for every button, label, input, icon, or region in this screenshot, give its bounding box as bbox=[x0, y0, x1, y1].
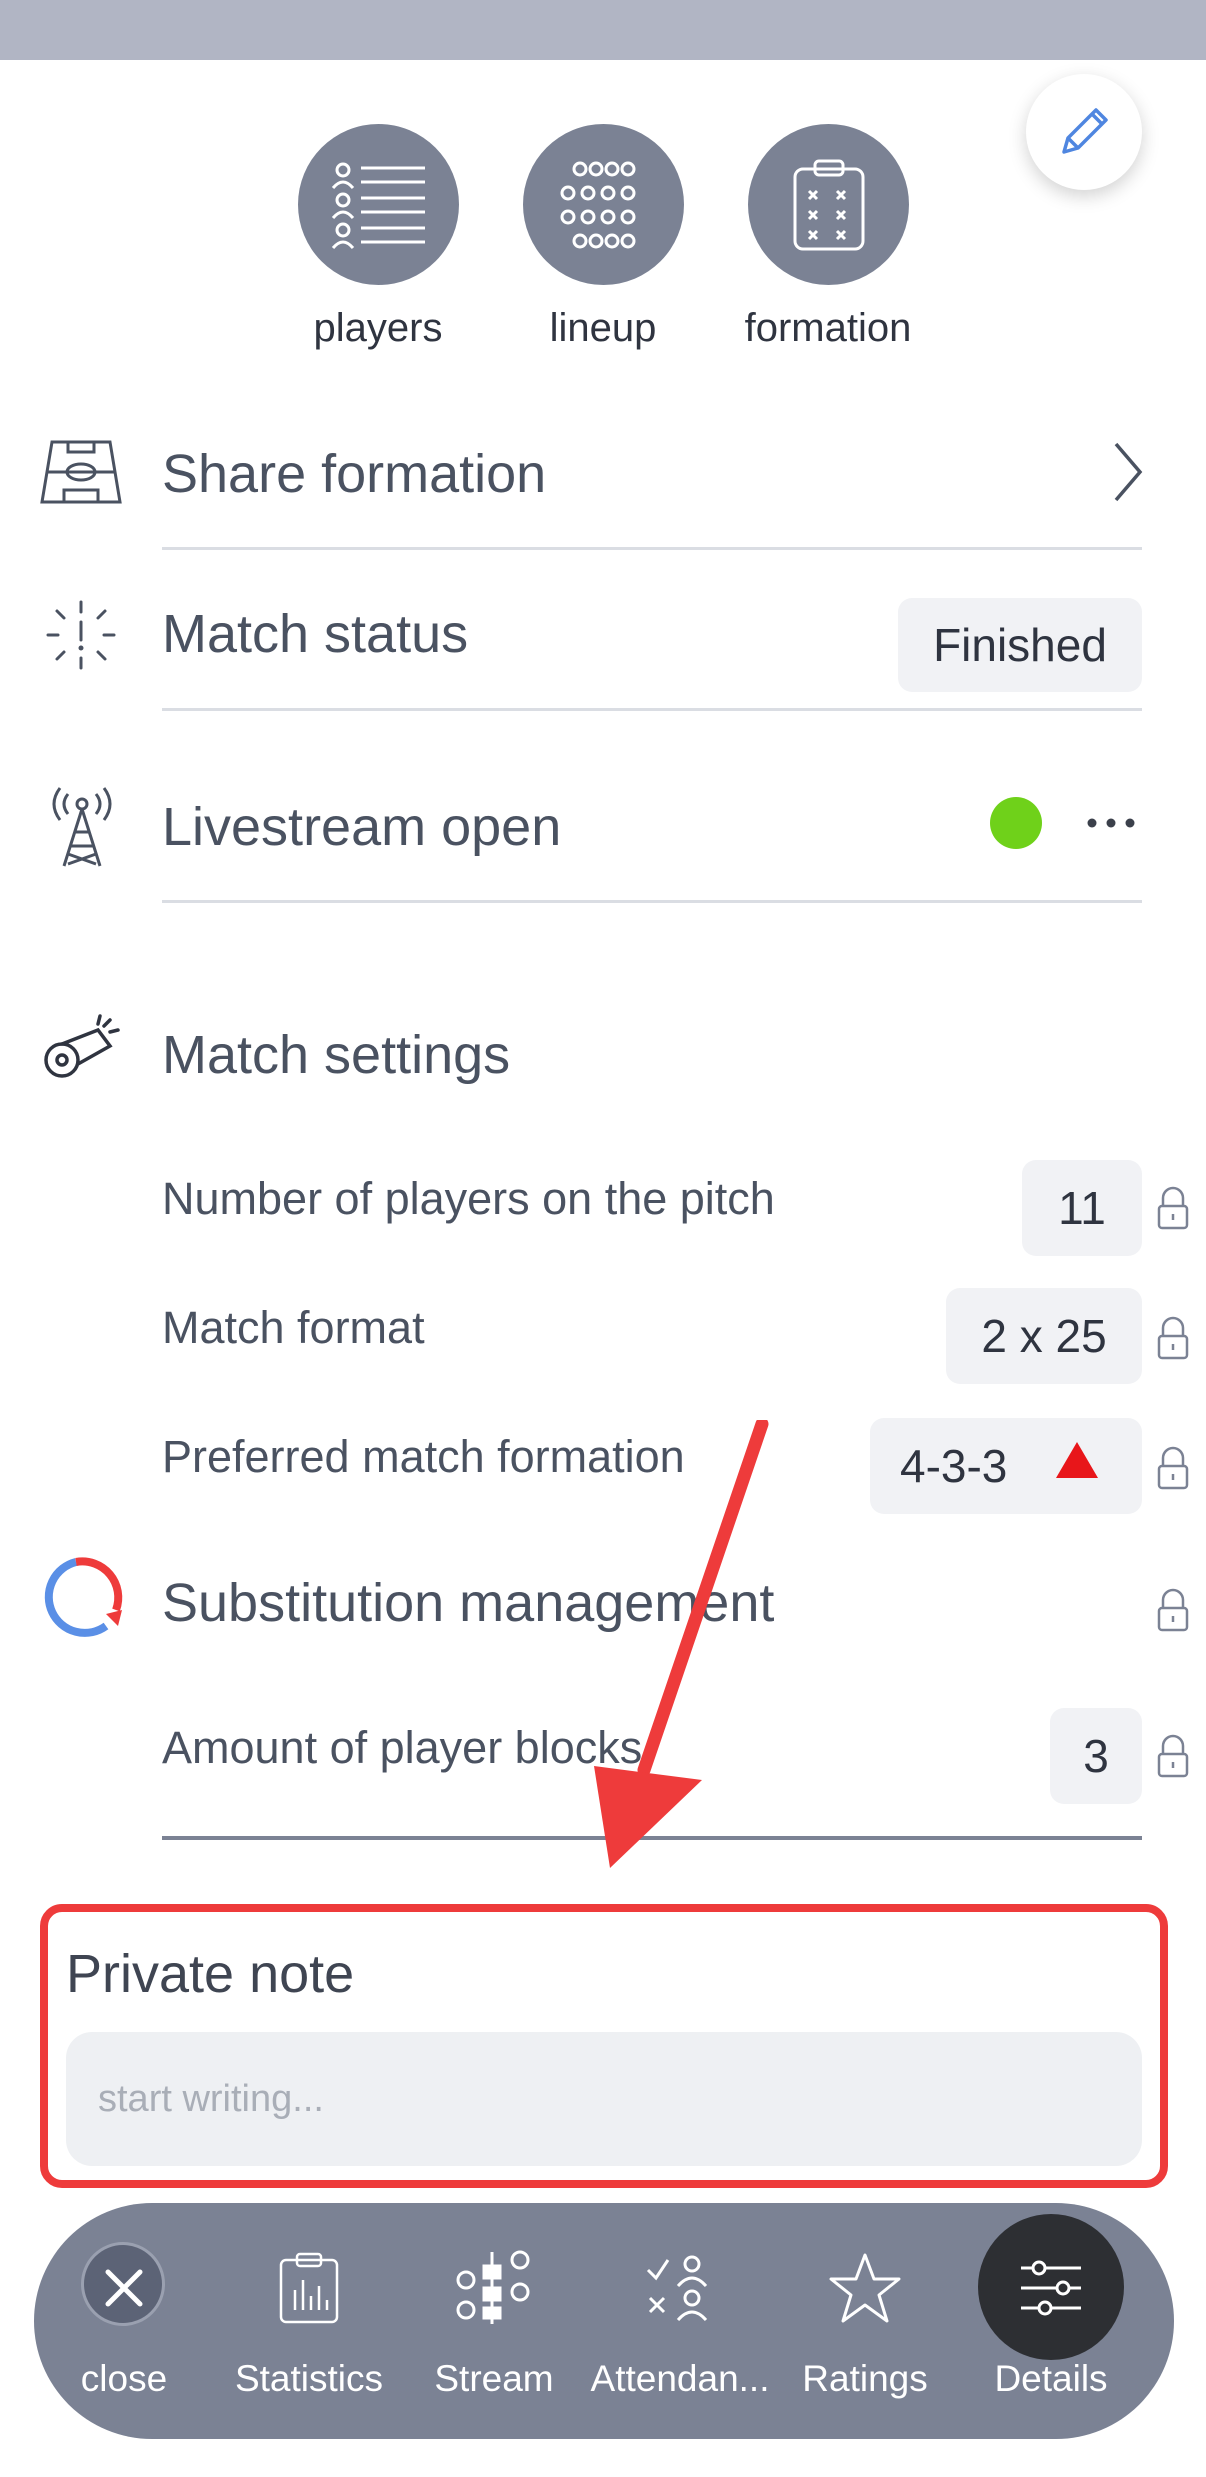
tab-details[interactable]: Details bbox=[971, 2222, 1131, 2422]
player-blocks-value[interactable]: 3 bbox=[1050, 1708, 1142, 1804]
lock-icon bbox=[1157, 1588, 1189, 1632]
match-status-label: Match status bbox=[162, 604, 469, 664]
players-button[interactable] bbox=[298, 124, 459, 285]
tab-statistics-label: Statistics bbox=[234, 2358, 384, 2399]
tab-statistics[interactable]: Statistics bbox=[229, 2222, 389, 2422]
match-format-value[interactable]: 2 x 25 bbox=[946, 1288, 1142, 1384]
warning-triangle-icon bbox=[1056, 1442, 1098, 1478]
lineup-grid-icon bbox=[560, 161, 635, 248]
preferred-formation-value[interactable]: 4-3-3 bbox=[870, 1418, 1142, 1514]
livestream-label: Livestream open bbox=[162, 797, 562, 857]
tab-details-label: Details bbox=[994, 2358, 1108, 2399]
attendance-icon bbox=[646, 2255, 708, 2322]
lock-icon bbox=[1157, 1734, 1189, 1778]
antenna-tower-icon bbox=[52, 787, 112, 867]
lock-icon bbox=[1157, 1446, 1189, 1490]
divider bbox=[162, 900, 1142, 903]
private-note-title: Private note bbox=[66, 1944, 355, 2004]
close-icon bbox=[105, 2269, 143, 2307]
top-bar bbox=[0, 0, 1206, 60]
private-note-input[interactable] bbox=[66, 2032, 1142, 2166]
divider bbox=[162, 547, 1142, 550]
formation-label: formation bbox=[744, 306, 912, 350]
lock-icon bbox=[1157, 1316, 1189, 1360]
more-options-icon[interactable] bbox=[1086, 814, 1136, 832]
tab-ratings[interactable]: Ratings bbox=[785, 2222, 945, 2422]
players-on-pitch-value[interactable]: 11 bbox=[1022, 1160, 1142, 1256]
pencil-icon bbox=[1062, 108, 1108, 154]
players-on-pitch-label: Number of players on the pitch bbox=[162, 1173, 775, 1224]
substitution-cycle-icon bbox=[44, 1557, 123, 1637]
annotation-arrow bbox=[594, 1420, 769, 1868]
tab-close-label: close bbox=[80, 2358, 168, 2399]
player-blocks-label: Amount of player blocks bbox=[162, 1722, 643, 1773]
tab-attendance-label: Attendan... bbox=[590, 2358, 770, 2399]
match-status-value[interactable]: Finished bbox=[898, 598, 1142, 692]
tab-stream[interactable]: Stream bbox=[414, 2222, 574, 2422]
match-settings-title: Match settings bbox=[162, 1025, 511, 1085]
stream-icon bbox=[456, 2250, 530, 2324]
statistics-clipboard-icon bbox=[279, 2252, 339, 2324]
sliders-icon bbox=[1021, 2260, 1081, 2316]
whistle-icon bbox=[44, 1014, 120, 1078]
share-formation-label[interactable]: Share formation bbox=[162, 443, 546, 505]
star-icon bbox=[829, 2253, 901, 2323]
tab-close[interactable]: close bbox=[44, 2222, 204, 2422]
tab-stream-label: Stream bbox=[434, 2358, 554, 2399]
divider bbox=[162, 708, 1142, 711]
lineup-label: lineup bbox=[549, 306, 657, 350]
lock-icon bbox=[1157, 1186, 1189, 1230]
match-format-label: Match format bbox=[162, 1302, 425, 1353]
lineup-button[interactable] bbox=[523, 124, 684, 285]
chevron-right-icon[interactable] bbox=[1110, 440, 1146, 504]
preferred-formation-text: 4-3-3 bbox=[900, 1440, 1008, 1492]
livestream-status-dot bbox=[990, 797, 1042, 849]
status-burst-icon bbox=[46, 600, 116, 670]
formation-button[interactable] bbox=[748, 124, 909, 285]
formation-clipboard-icon bbox=[793, 159, 864, 250]
edit-button[interactable] bbox=[1026, 74, 1142, 190]
pitch-icon bbox=[40, 440, 122, 504]
players-label: players bbox=[313, 306, 443, 350]
players-list-icon bbox=[331, 162, 425, 249]
tab-attendance[interactable]: Attendan... bbox=[591, 2222, 769, 2422]
tab-ratings-label: Ratings bbox=[802, 2358, 928, 2399]
